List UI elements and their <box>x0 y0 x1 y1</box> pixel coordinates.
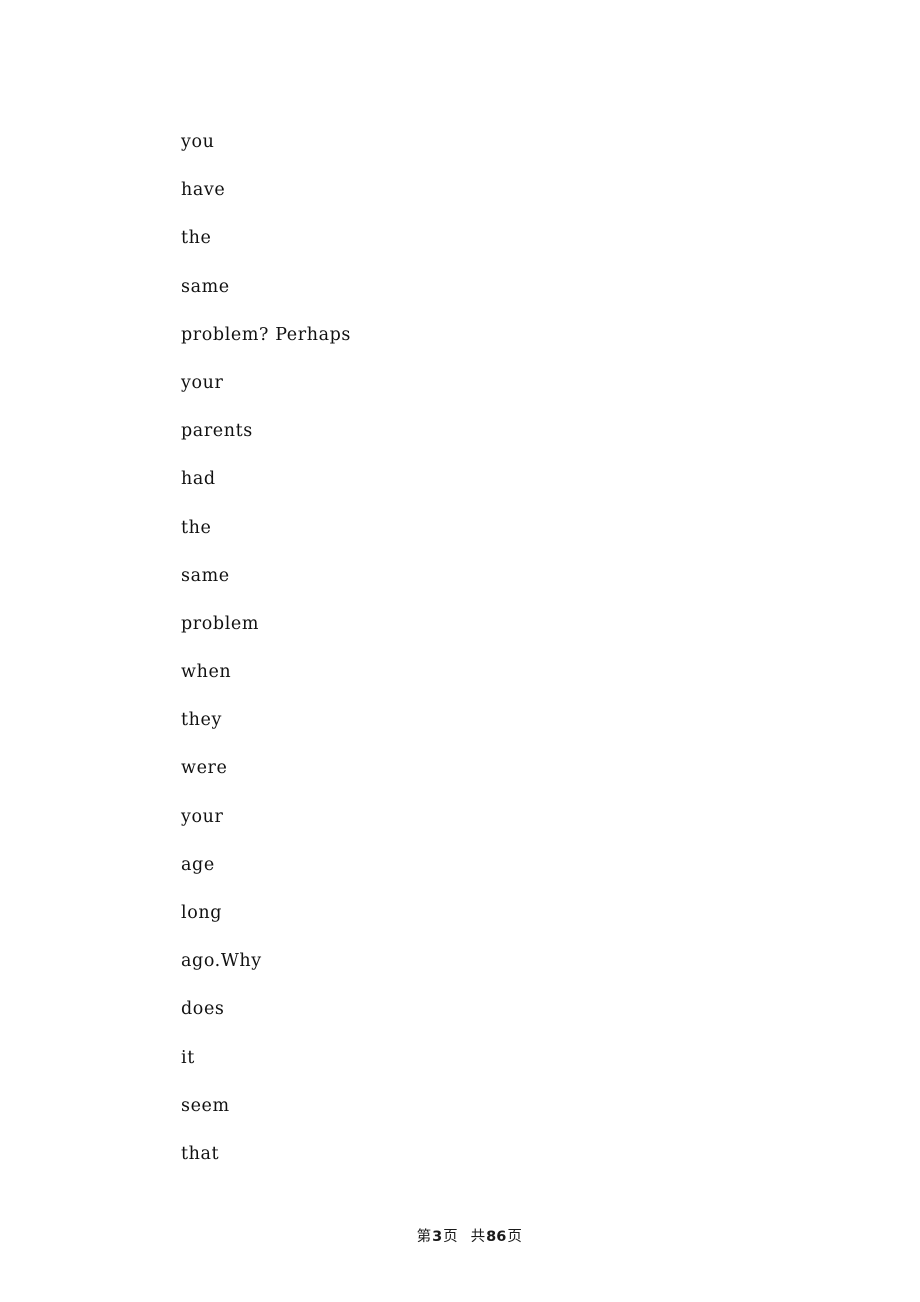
text-line: your <box>181 806 224 827</box>
text-line: same <box>181 565 230 586</box>
text-line: seem <box>181 1095 230 1116</box>
footer-total-unit: 页 <box>507 1229 522 1245</box>
text-line: parents <box>181 421 253 442</box>
text-line: were <box>181 758 228 779</box>
footer-current-page: 3 <box>432 1229 443 1245</box>
text-line: the <box>181 517 212 538</box>
text-line: they <box>181 710 222 731</box>
footer-total-prefix: 共 <box>470 1229 486 1245</box>
text-line: same <box>181 276 230 297</box>
text-line: the <box>181 228 212 249</box>
text-line: had <box>181 469 216 490</box>
text-line: does <box>181 999 225 1020</box>
footer-page-prefix: 第 <box>416 1229 432 1245</box>
text-line: problem? Perhaps <box>181 324 351 345</box>
text-line: your <box>181 372 224 393</box>
text-line: when <box>181 662 232 683</box>
footer-total-pages: 86 <box>486 1229 507 1245</box>
text-line: age <box>181 854 215 875</box>
text-line: that <box>181 1143 220 1164</box>
page-number-footer: 第3页 共86页 <box>0 1204 920 1270</box>
footer-page-unit: 页 <box>443 1229 458 1245</box>
text-line: ago.Why <box>181 951 262 972</box>
text-line: have <box>181 180 226 201</box>
document-page: you have the same problem? Perhaps your … <box>0 0 920 1302</box>
text-line: you <box>181 132 215 152</box>
text-line: long <box>181 903 223 923</box>
text-line: problem <box>181 613 260 634</box>
text-line: it <box>181 1047 195 1068</box>
document-text-body: you have the same problem? Perhaps your … <box>181 118 781 1178</box>
